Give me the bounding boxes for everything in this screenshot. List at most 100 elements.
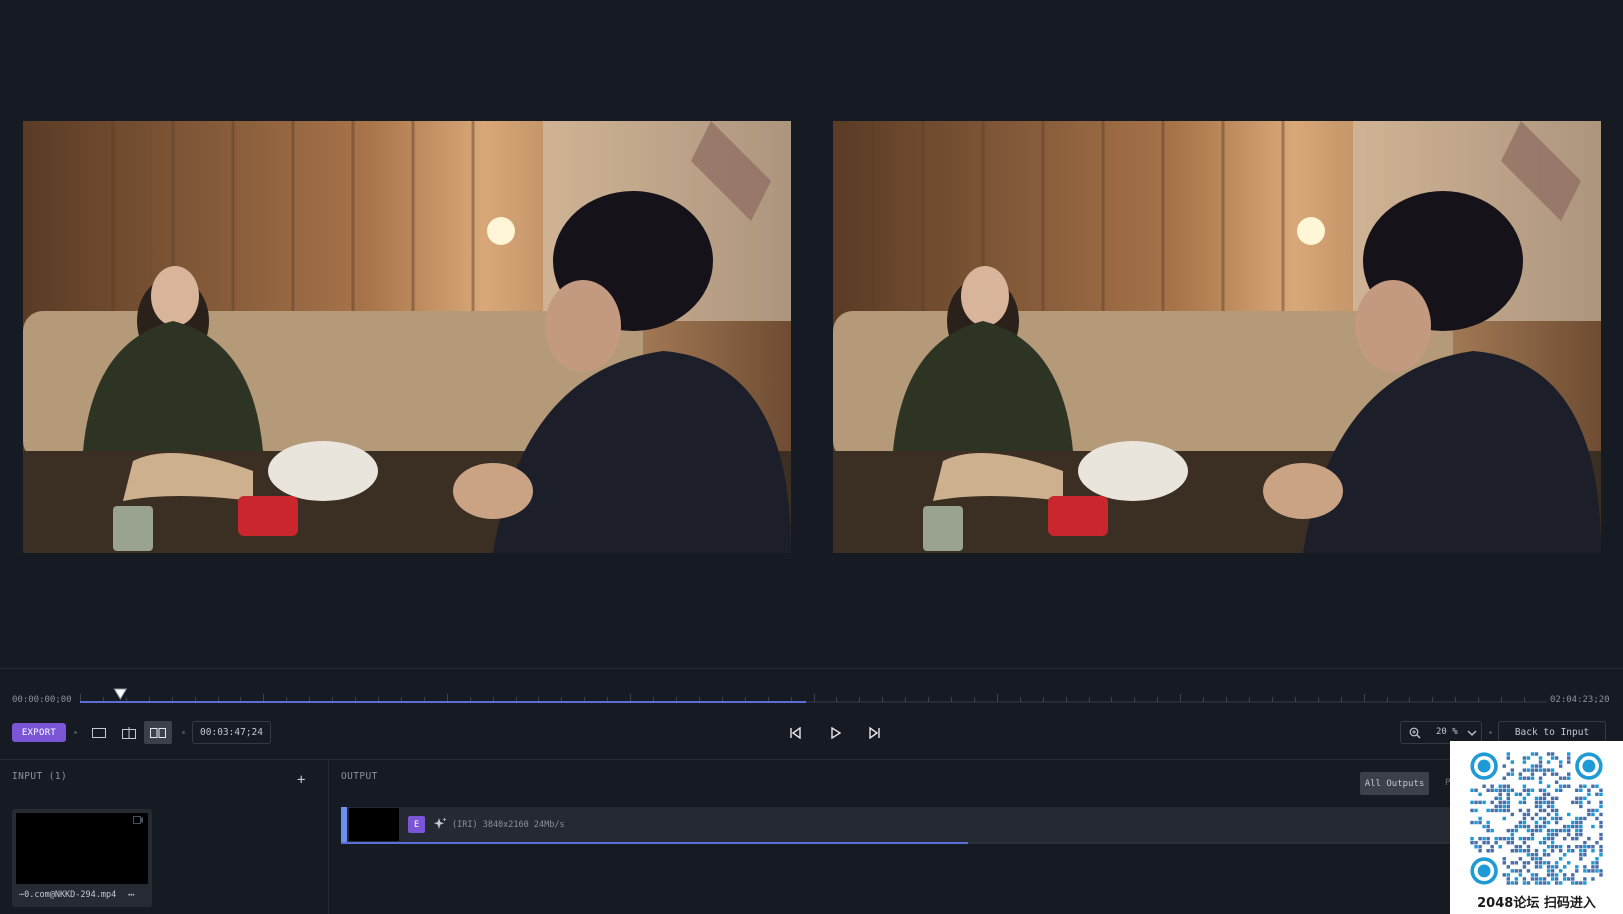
qr-module: [1567, 824, 1571, 829]
qr-module: [1595, 869, 1599, 873]
qr-module: [1530, 873, 1535, 877]
qr-module: [1579, 820, 1583, 825]
separator-dot: [182, 731, 185, 734]
next-frame-button[interactable]: [864, 723, 884, 743]
qr-module: [1470, 820, 1474, 825]
qr-module: [1518, 869, 1523, 873]
qr-module: [1506, 752, 1511, 756]
qr-module: [1579, 816, 1583, 821]
qr-module: [1579, 788, 1583, 793]
zoom-in-icon: [1409, 727, 1421, 739]
qr-module: [1542, 853, 1547, 857]
qr-module: [1502, 764, 1506, 768]
qr-module: [1546, 800, 1551, 805]
qr-module: [1538, 788, 1543, 793]
qr-module: [1514, 861, 1519, 865]
output-row[interactable]: E (IRI) 3840x2160 24Mb/s: [341, 807, 1451, 842]
separator-dot: [1489, 731, 1492, 734]
qr-module: [1558, 816, 1563, 821]
qr-module: [1550, 816, 1555, 821]
qr-module: [1575, 881, 1579, 885]
qr-module: [1498, 792, 1502, 797]
qr-module: [1591, 784, 1595, 788]
qr-module: [1506, 804, 1511, 809]
qr-module: [1583, 881, 1587, 885]
qr-module: [1542, 840, 1547, 845]
qr-module: [1522, 812, 1527, 817]
qr-module: [1514, 869, 1519, 873]
qr-module: [1579, 832, 1583, 837]
qr-module: [1494, 836, 1498, 841]
single-view-button[interactable]: [85, 721, 113, 744]
export-button[interactable]: EXPORT: [12, 723, 66, 742]
qr-module: [1490, 788, 1494, 793]
qr-module: [1490, 808, 1494, 813]
qr-module: [1530, 832, 1535, 837]
qr-module: [1510, 832, 1515, 837]
all-outputs-tab[interactable]: All Outputs: [1360, 772, 1429, 795]
qr-module: [1526, 768, 1531, 772]
qr-module: [1522, 865, 1527, 869]
qr-module: [1534, 752, 1539, 756]
qr-module: [1595, 792, 1599, 797]
current-time-field[interactable]: 00:03:47;24: [192, 721, 271, 744]
clip-more-button[interactable]: ⋯: [128, 888, 135, 901]
side-by-side-view-button[interactable]: [144, 721, 172, 744]
qr-module: [1583, 865, 1587, 869]
qr-module: [1587, 836, 1591, 841]
qr-module: [1494, 808, 1498, 813]
input-clip-card[interactable]: ⋯0.com@NKKD-294.mp4 ⋯: [12, 809, 152, 907]
qr-code-image: [1470, 752, 1603, 885]
qr-module: [1470, 788, 1474, 793]
qr-module: [1510, 861, 1515, 865]
qr-module: [1522, 816, 1527, 821]
qr-module: [1538, 776, 1543, 780]
qr-module: [1470, 800, 1474, 805]
qr-module: [1599, 836, 1603, 841]
prev-frame-button[interactable]: [786, 723, 806, 743]
qr-module: [1567, 784, 1571, 788]
qr-module: [1486, 820, 1490, 825]
qr-module: [1599, 820, 1603, 825]
row-selection-indicator: [341, 807, 347, 842]
qr-module: [1542, 861, 1547, 865]
qr-module: [1534, 877, 1539, 881]
qr-module: [1518, 849, 1523, 853]
qr-module: [1514, 877, 1519, 881]
qr-module: [1583, 784, 1587, 788]
qr-module: [1498, 800, 1502, 805]
qr-module: [1538, 768, 1543, 772]
qr-module: [1579, 881, 1583, 885]
qr-module: [1478, 816, 1482, 821]
qr-module: [1550, 840, 1555, 845]
qr-module: [1599, 800, 1603, 805]
qr-module: [1595, 865, 1599, 869]
qr-module: [1522, 796, 1527, 801]
add-input-button[interactable]: +: [297, 773, 305, 787]
timeline-scrubber[interactable]: [80, 688, 1547, 706]
qr-module: [1506, 865, 1511, 869]
qr-module: [1538, 840, 1543, 845]
qr-module: [1571, 873, 1575, 877]
qr-module: [1474, 800, 1478, 805]
qr-module: [1579, 849, 1583, 853]
qr-code-overlay[interactable]: 2048论坛 扫码进入: [1450, 741, 1623, 914]
qr-module: [1494, 840, 1498, 845]
qr-module: [1502, 784, 1506, 788]
qr-module: [1538, 828, 1543, 833]
qr-module: [1526, 824, 1531, 829]
qr-module: [1538, 764, 1543, 768]
qr-module: [1546, 760, 1551, 764]
input-panel-title: INPUT (1): [12, 771, 68, 782]
split-view-button[interactable]: [115, 721, 143, 744]
qr-module: [1526, 844, 1531, 849]
qr-module: [1550, 877, 1555, 881]
qr-module: [1550, 832, 1555, 837]
play-button[interactable]: [826, 723, 846, 743]
qr-module: [1595, 857, 1599, 861]
qr-module: [1567, 828, 1571, 833]
qr-module: [1571, 881, 1575, 885]
qr-module: [1546, 820, 1551, 825]
qr-module: [1518, 820, 1523, 825]
qr-module: [1579, 857, 1583, 861]
